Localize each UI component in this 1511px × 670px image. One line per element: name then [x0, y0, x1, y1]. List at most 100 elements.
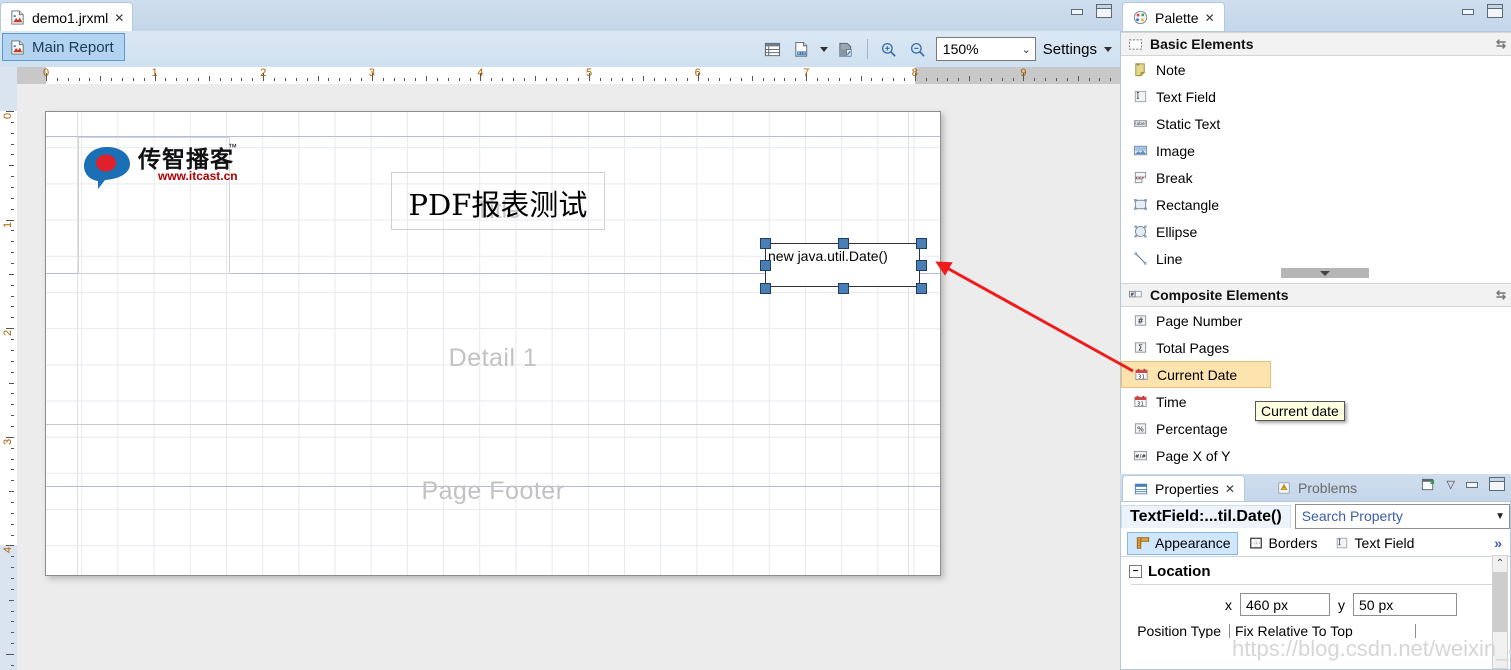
minimize-icon[interactable]: [1461, 5, 1475, 17]
palette-item-note-label: Note: [1156, 61, 1186, 78]
resize-handle-ne[interactable]: [916, 238, 927, 249]
ruler-tick: [100, 76, 102, 81]
palette-item-current-date[interactable]: 31 Current Date: [1121, 361, 1271, 388]
svg-text:#: #: [1130, 291, 1134, 297]
ruler-tick: [208, 76, 210, 81]
collapse-arrows-icon[interactable]: ⇆: [1496, 288, 1506, 302]
properties-group-location: − Location: [1121, 557, 1510, 584]
ruler-tick: [11, 143, 14, 145]
table-grid-icon[interactable]: [762, 38, 784, 60]
tab-problems[interactable]: Problems: [1266, 475, 1366, 501]
palette-scroll-down-button[interactable]: [1281, 268, 1369, 278]
ruler-tick: [252, 78, 254, 81]
ruler-tick: [11, 501, 14, 503]
ruler-tick: [306, 78, 308, 81]
ruler-tick: [187, 78, 189, 81]
ruler-icon: [1134, 535, 1151, 552]
ruler-tick: [469, 78, 471, 81]
palette-item-page-number[interactable]: # Page Number: [1121, 307, 1511, 334]
collapse-group-button[interactable]: −: [1129, 565, 1142, 578]
minimize-icon[interactable]: [1465, 478, 1479, 490]
maximize-icon[interactable]: [1096, 4, 1112, 18]
ruler-tick: [89, 78, 91, 81]
ruler-tick: [132, 78, 134, 81]
ruler-tick: [675, 78, 677, 81]
palette-section-basic-elements[interactable]: Basic Elements ⇆: [1121, 32, 1511, 56]
compile-preview-icon[interactable]: [835, 38, 857, 60]
toolbar-separator: [866, 39, 868, 59]
resize-handle-se[interactable]: [916, 283, 927, 294]
more-tabs-button[interactable]: »: [1494, 535, 1502, 551]
ruler-tick: [1110, 78, 1112, 81]
maximize-icon[interactable]: [1487, 4, 1503, 18]
palette-item-text-field[interactable]: Text Field: [1121, 83, 1511, 110]
maximize-icon[interactable]: [1489, 477, 1505, 491]
ruler-label: 0: [2, 112, 14, 119]
ruler-tick: [969, 76, 971, 81]
palette-item-break[interactable]: Break: [1121, 164, 1511, 191]
settings-caret-icon[interactable]: [1104, 46, 1112, 52]
properties-scrollbar[interactable]: ⌃: [1492, 555, 1508, 669]
search-property-input[interactable]: Search Property ▼: [1294, 503, 1510, 529]
close-icon[interactable]: ✕: [1205, 11, 1215, 25]
composite-icon: #: [1127, 287, 1144, 304]
x-input[interactable]: 460 px: [1240, 593, 1330, 616]
prop-tab-appearance[interactable]: Appearance: [1127, 531, 1238, 555]
tab-properties[interactable]: Properties ✕: [1122, 475, 1245, 502]
prop-tab-text-field[interactable]: Text Field: [1328, 533, 1421, 554]
palette-section-composite-elements[interactable]: # Composite Elements ⇆: [1121, 283, 1511, 307]
palette-item-rectangle[interactable]: Rectangle: [1121, 191, 1511, 218]
palette-tooltip: Current date: [1255, 401, 1345, 421]
ruler-tick: [11, 187, 14, 189]
palette-section-basic-label: Basic Elements: [1150, 36, 1254, 52]
prop-tab-borders[interactable]: Borders: [1242, 533, 1324, 554]
settings-button[interactable]: Settings: [1043, 41, 1097, 58]
chevron-down-icon[interactable]: ▼: [1495, 511, 1505, 522]
zoom-in-icon[interactable]: [878, 38, 900, 60]
ruler-tick: [295, 78, 297, 81]
view-menu-icon[interactable]: ▽: [1447, 478, 1455, 491]
editor-tab-demo1[interactable]: demo1.jrxml ✕: [0, 2, 134, 32]
palette-item-image[interactable]: Image: [1121, 137, 1511, 164]
palette-item-page-x-of-y[interactable]: #/# Page X of Y: [1121, 442, 1511, 469]
design-canvas[interactable]: 传智播客 ™ www.itcast.cn Title PDF报表测试 Detai…: [17, 84, 1120, 670]
scroll-up-arrow-icon[interactable]: ⌃: [1493, 556, 1507, 570]
line-icon: [1132, 250, 1149, 267]
palette-item-ellipse[interactable]: Ellipse: [1121, 218, 1511, 245]
resize-handle-e[interactable]: [916, 260, 927, 271]
tab-palette[interactable]: Palette ✕: [1122, 2, 1225, 32]
ruler-tick: [958, 78, 960, 81]
ruler-tick: [990, 78, 992, 81]
ruler-tick: [11, 425, 14, 427]
dataset-icon[interactable]: 010: [791, 38, 813, 60]
ruler-tick: [1034, 78, 1036, 81]
resize-handle-s[interactable]: [838, 283, 849, 294]
scrollbar-thumb[interactable]: [1493, 572, 1507, 632]
ruler-shaded-region: [17, 67, 46, 84]
chevron-down-icon: ⌄: [1021, 43, 1031, 56]
selected-textfield-element[interactable]: new java.util.Date(): [760, 238, 927, 294]
y-input[interactable]: 50 px: [1353, 593, 1457, 616]
palette-item-static-text[interactable]: label Static Text: [1121, 110, 1511, 137]
minimize-icon[interactable]: [1070, 5, 1084, 17]
zoom-out-icon[interactable]: [907, 38, 929, 60]
svg-text:label: label: [1135, 121, 1145, 127]
collapse-arrows-icon[interactable]: ⇆: [1496, 37, 1506, 51]
zoom-level-select[interactable]: 150% ⌄: [935, 37, 1036, 61]
position-type-select[interactable]: Fix Relative To Top: [1229, 624, 1416, 638]
dataset-dropdown-caret-icon[interactable]: [819, 46, 828, 52]
close-icon[interactable]: ✕: [1225, 482, 1235, 496]
title-element[interactable]: Title PDF报表测试: [391, 172, 605, 230]
prop-tab-text-field-label: Text Field: [1354, 535, 1415, 551]
resize-handle-w[interactable]: [760, 260, 771, 271]
close-icon[interactable]: ✕: [114, 11, 124, 25]
ruler-tick: [1088, 78, 1090, 81]
resize-handle-n[interactable]: [838, 238, 849, 249]
palette-item-note[interactable]: Note: [1121, 56, 1511, 83]
report-page[interactable]: 传智播客 ™ www.itcast.cn Title PDF报表测试 Detai…: [45, 111, 941, 576]
palette-item-total-pages[interactable]: Σ Total Pages: [1121, 334, 1511, 361]
pin-view-icon[interactable]: [1421, 476, 1437, 492]
resize-handle-sw[interactable]: [760, 283, 771, 294]
tab-main-report[interactable]: Main Report: [2, 33, 125, 61]
resize-handle-nw[interactable]: [760, 238, 771, 249]
